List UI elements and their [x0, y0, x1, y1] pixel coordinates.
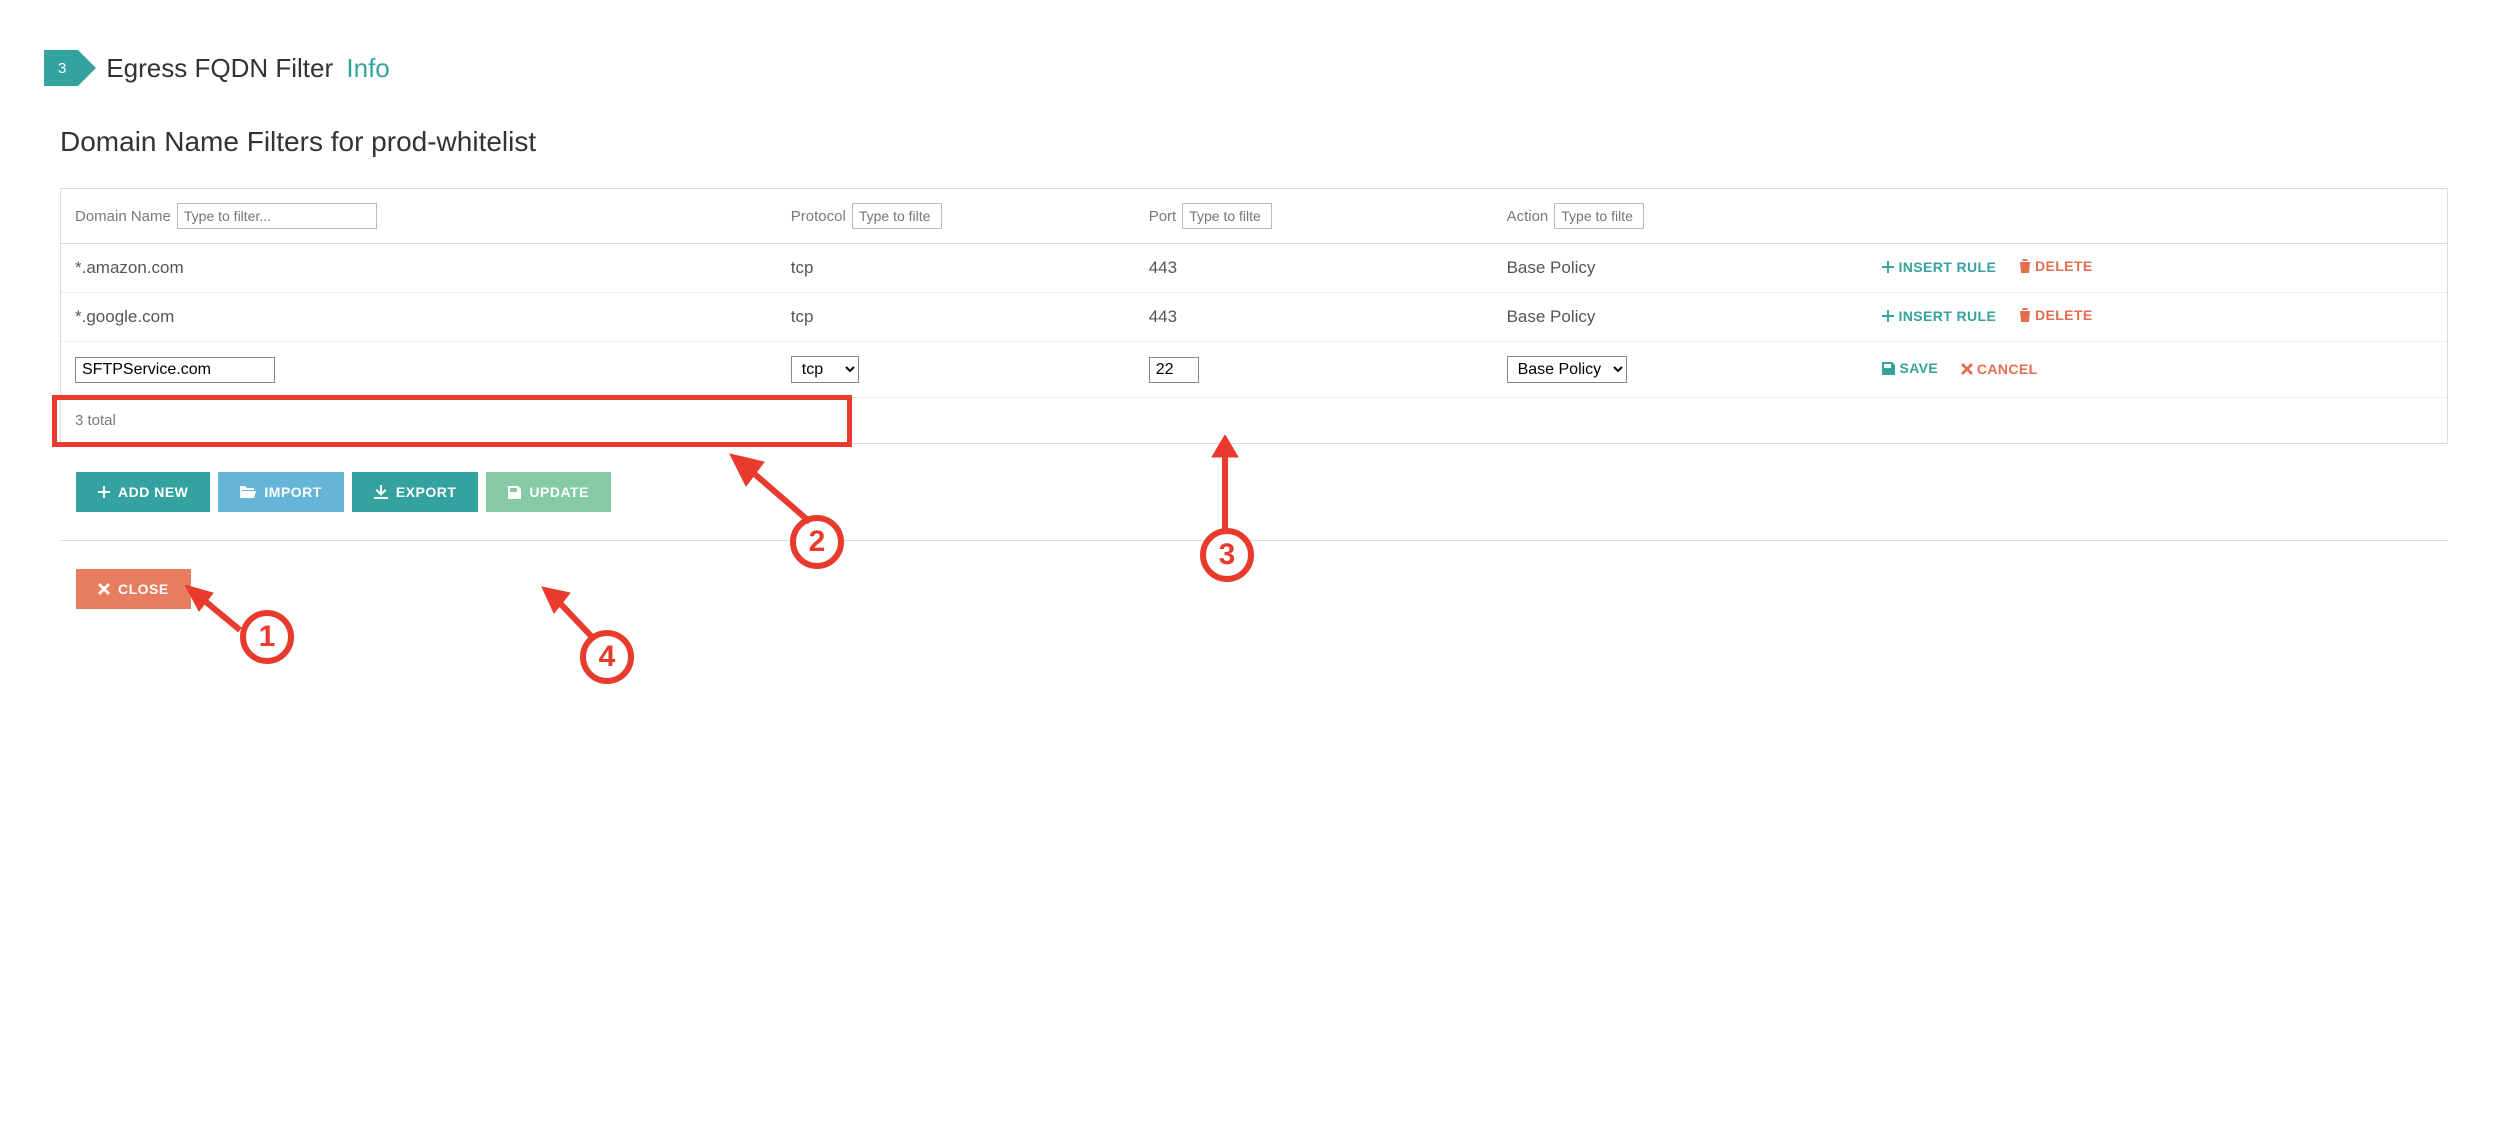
save-button[interactable]: SAVE — [1882, 360, 1938, 376]
col-domain-label: Domain Name — [75, 208, 171, 225]
cell-port: 443 — [1135, 293, 1493, 342]
col-protocol-label: Protocol — [791, 208, 846, 225]
update-label: UPDATE — [529, 484, 589, 500]
cell-protocol: tcp — [777, 244, 1135, 293]
delete-label: DELETE — [2035, 258, 2093, 274]
table-edit-row: tcp Base Policy SAVE — [61, 342, 2447, 398]
cell-port: 443 — [1135, 244, 1493, 293]
import-label: IMPORT — [264, 484, 321, 500]
divider — [60, 540, 2448, 541]
cancel-label: CANCEL — [1977, 361, 2038, 377]
section-title: Domain Name Filters for prod-whitelist — [60, 126, 2488, 158]
table-row: *.google.com tcp 443 Base Policy INSERT … — [61, 293, 2447, 342]
annotation-number: 3 — [1219, 538, 1236, 572]
save-label: SAVE — [1899, 360, 1938, 376]
col-action-label: Action — [1507, 208, 1549, 225]
cell-action: Base Policy — [1493, 244, 1851, 293]
plus-icon — [1882, 261, 1894, 273]
annotation-number: 2 — [809, 525, 826, 559]
edit-protocol-select[interactable]: tcp — [791, 356, 859, 383]
annotation-circle-3: 3 — [1200, 528, 1254, 582]
step-title: Egress FQDN Filter Info — [106, 53, 389, 84]
save-icon — [508, 486, 521, 499]
col-port-label: Port — [1149, 208, 1177, 225]
annotation-arrow-2 — [720, 450, 820, 530]
add-new-button[interactable]: ADD NEW — [76, 472, 210, 512]
table-row: *.amazon.com tcp 443 Base Policy INSERT … — [61, 244, 2447, 293]
col-domain-filter[interactable] — [177, 203, 377, 229]
col-port-filter[interactable] — [1182, 203, 1272, 229]
info-link[interactable]: Info — [346, 53, 389, 83]
step-number-badge: 3 — [44, 50, 78, 86]
step-header: 3 Egress FQDN Filter Info — [44, 50, 2488, 86]
save-icon — [1882, 362, 1895, 375]
col-protocol-filter[interactable] — [852, 203, 942, 229]
col-action-filter[interactable] — [1554, 203, 1644, 229]
insert-rule-button[interactable]: INSERT RULE — [1882, 308, 1996, 324]
import-button[interactable]: IMPORT — [218, 472, 343, 512]
step-title-text: Egress FQDN Filter — [106, 53, 333, 83]
cell-domain: *.amazon.com — [61, 244, 777, 293]
delete-label: DELETE — [2035, 307, 2093, 323]
delete-button[interactable]: DELETE — [2019, 307, 2093, 323]
close-icon — [98, 583, 110, 595]
step-number: 3 — [58, 60, 66, 77]
button-row: ADD NEW IMPORT EXPORT UPDATE — [76, 472, 2448, 512]
close-label: CLOSE — [118, 581, 169, 597]
insert-rule-button[interactable]: INSERT RULE — [1882, 259, 1996, 275]
edit-domain-input[interactable] — [75, 357, 275, 383]
edit-port-input[interactable] — [1149, 357, 1199, 383]
plus-icon — [1882, 310, 1894, 322]
edit-action-select[interactable]: Base Policy — [1507, 356, 1627, 383]
delete-button[interactable]: DELETE — [2019, 258, 2093, 274]
plus-icon — [98, 486, 110, 498]
cell-protocol: tcp — [777, 293, 1135, 342]
trash-icon — [2019, 259, 2031, 273]
download-icon — [374, 485, 388, 499]
insert-rule-label: INSERT RULE — [1898, 259, 1996, 275]
close-button[interactable]: CLOSE — [76, 569, 191, 609]
annotation-number: 4 — [599, 640, 616, 674]
annotation-circle-1: 1 — [240, 610, 294, 664]
trash-icon — [2019, 308, 2031, 322]
annotation-number: 1 — [259, 620, 276, 654]
folder-open-icon — [240, 486, 256, 498]
annotation-arrow-4 — [540, 585, 600, 645]
export-label: EXPORT — [396, 484, 457, 500]
cancel-button[interactable]: CANCEL — [1961, 361, 2038, 377]
cell-action: Base Policy — [1493, 293, 1851, 342]
annotation-highlight-box — [52, 395, 852, 447]
update-button[interactable]: UPDATE — [486, 472, 611, 512]
cell-domain: *.google.com — [61, 293, 777, 342]
export-button[interactable]: EXPORT — [352, 472, 479, 512]
add-new-label: ADD NEW — [118, 484, 188, 500]
close-icon — [1961, 363, 1973, 375]
annotation-arrow-1 — [185, 585, 245, 635]
annotation-arrow-3 — [1210, 435, 1240, 535]
insert-rule-label: INSERT RULE — [1898, 308, 1996, 324]
table-header-row: Domain Name Protocol Port — [61, 189, 2447, 244]
